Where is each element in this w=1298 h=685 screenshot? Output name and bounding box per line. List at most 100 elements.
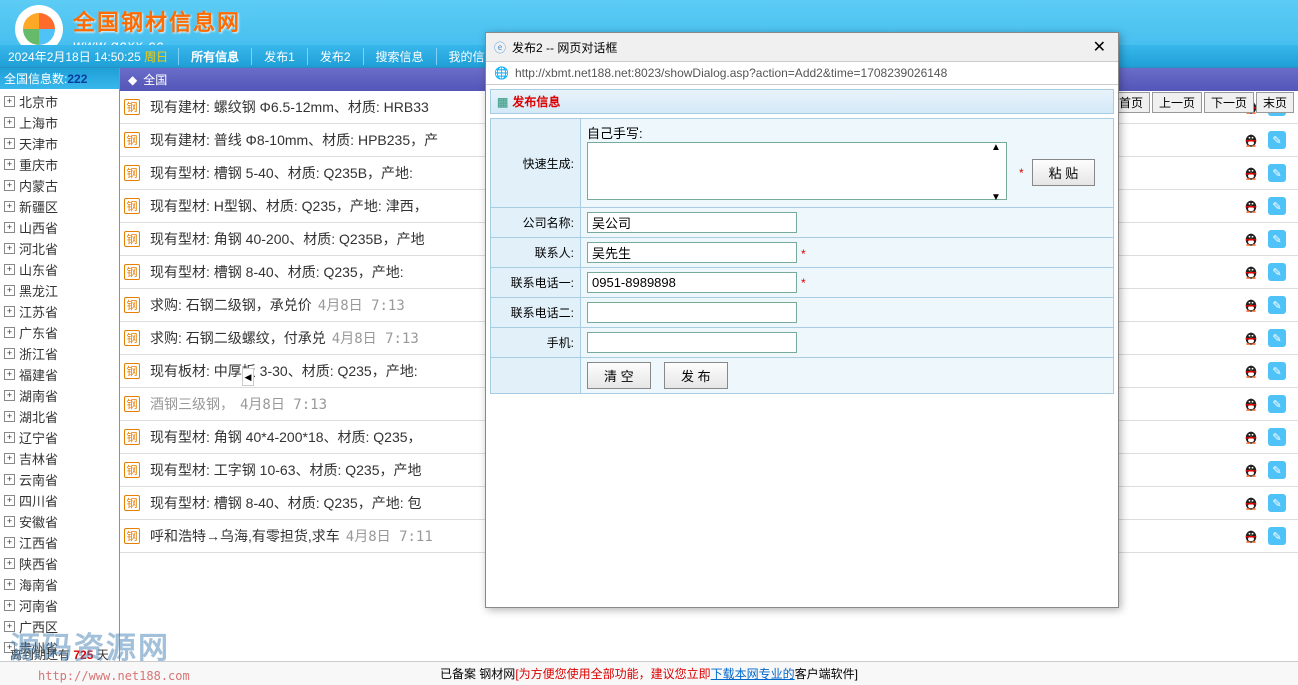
- spin-down-icon[interactable]: ▼: [991, 192, 1009, 203]
- region-item[interactable]: +广西区: [0, 616, 119, 637]
- region-item[interactable]: +湖南省: [0, 385, 119, 406]
- expand-icon[interactable]: +: [4, 96, 15, 107]
- qq-icon[interactable]: [1242, 395, 1260, 413]
- publish-button[interactable]: 发 布: [664, 362, 728, 389]
- qq-icon[interactable]: [1242, 527, 1260, 545]
- region-item[interactable]: +天津市: [0, 133, 119, 154]
- region-item[interactable]: +安徽省: [0, 511, 119, 532]
- menu-item-1[interactable]: 发布1: [251, 48, 307, 65]
- phone1-input[interactable]: [587, 272, 797, 293]
- expand-icon[interactable]: +: [4, 474, 15, 485]
- expand-icon[interactable]: +: [4, 579, 15, 590]
- edit-icon[interactable]: ✎: [1268, 263, 1286, 281]
- region-item[interactable]: +广东省: [0, 322, 119, 343]
- expand-icon[interactable]: +: [4, 411, 15, 422]
- qq-icon[interactable]: [1242, 230, 1260, 248]
- region-item[interactable]: +浙江省: [0, 343, 119, 364]
- region-item[interactable]: +福建省: [0, 364, 119, 385]
- qq-icon[interactable]: [1242, 494, 1260, 512]
- region-item[interactable]: +江西省: [0, 532, 119, 553]
- region-item[interactable]: +辽宁省: [0, 427, 119, 448]
- qq-icon[interactable]: [1242, 461, 1260, 479]
- edit-icon[interactable]: ✎: [1268, 296, 1286, 314]
- expand-icon[interactable]: +: [4, 159, 15, 170]
- edit-icon[interactable]: ✎: [1268, 230, 1286, 248]
- edit-icon[interactable]: ✎: [1268, 395, 1286, 413]
- region-item[interactable]: +江苏省: [0, 301, 119, 322]
- expand-icon[interactable]: +: [4, 201, 15, 212]
- content-textarea[interactable]: [587, 142, 1007, 200]
- expand-icon[interactable]: +: [4, 369, 15, 380]
- qq-icon[interactable]: [1242, 164, 1260, 182]
- phone2-input[interactable]: [587, 302, 797, 323]
- expand-icon[interactable]: +: [4, 138, 15, 149]
- download-link[interactable]: 下载本网专业的: [711, 665, 795, 682]
- expand-icon[interactable]: +: [4, 348, 15, 359]
- expand-icon[interactable]: +: [4, 180, 15, 191]
- pager-next[interactable]: 下一页: [1204, 92, 1254, 113]
- pager-prev[interactable]: 上一页: [1152, 92, 1202, 113]
- qq-icon[interactable]: [1242, 362, 1260, 380]
- qq-icon[interactable]: [1242, 329, 1260, 347]
- region-item[interactable]: +山西省: [0, 217, 119, 238]
- edit-icon[interactable]: ✎: [1268, 494, 1286, 512]
- expand-icon[interactable]: +: [4, 285, 15, 296]
- pager-last[interactable]: 末页: [1256, 92, 1294, 113]
- expand-icon[interactable]: +: [4, 516, 15, 527]
- expand-icon[interactable]: +: [4, 600, 15, 611]
- qq-icon[interactable]: [1242, 131, 1260, 149]
- qq-icon[interactable]: [1242, 197, 1260, 215]
- expand-icon[interactable]: +: [4, 621, 15, 632]
- region-item[interactable]: +吉林省: [0, 448, 119, 469]
- menu-item-3[interactable]: 搜索信息: [363, 48, 436, 65]
- region-item[interactable]: +四川省: [0, 490, 119, 511]
- region-item[interactable]: +陕西省: [0, 553, 119, 574]
- menu-item-0[interactable]: 所有信息: [178, 48, 251, 65]
- region-item[interactable]: +上海市: [0, 112, 119, 133]
- edit-icon[interactable]: ✎: [1268, 197, 1286, 215]
- region-item[interactable]: +黑龙江: [0, 280, 119, 301]
- close-icon[interactable]: ✕: [1089, 37, 1110, 57]
- company-input[interactable]: [587, 212, 797, 233]
- expand-icon[interactable]: +: [4, 243, 15, 254]
- qq-icon[interactable]: [1242, 296, 1260, 314]
- expand-icon[interactable]: +: [4, 390, 15, 401]
- edit-icon[interactable]: ✎: [1268, 362, 1286, 380]
- region-item[interactable]: +重庆市: [0, 154, 119, 175]
- edit-icon[interactable]: ✎: [1268, 428, 1286, 446]
- spin-up-icon[interactable]: ▲: [991, 142, 1009, 153]
- region-item[interactable]: +内蒙古: [0, 175, 119, 196]
- region-item[interactable]: +新疆区: [0, 196, 119, 217]
- region-item[interactable]: +河南省: [0, 595, 119, 616]
- menu-item-2[interactable]: 发布2: [307, 48, 363, 65]
- qq-icon[interactable]: [1242, 428, 1260, 446]
- menu-items: 所有信息发布1发布2搜索信息我的信息: [178, 48, 508, 65]
- edit-icon[interactable]: ✎: [1268, 164, 1286, 182]
- edit-icon[interactable]: ✎: [1268, 329, 1286, 347]
- region-item[interactable]: +海南省: [0, 574, 119, 595]
- expand-icon[interactable]: +: [4, 222, 15, 233]
- region-item[interactable]: +北京市: [0, 91, 119, 112]
- expand-icon[interactable]: +: [4, 327, 15, 338]
- expand-icon[interactable]: +: [4, 432, 15, 443]
- qq-icon[interactable]: [1242, 263, 1260, 281]
- contact-input[interactable]: [587, 242, 797, 263]
- region-item[interactable]: +云南省: [0, 469, 119, 490]
- clear-button[interactable]: 清 空: [587, 362, 651, 389]
- region-item[interactable]: +湖北省: [0, 406, 119, 427]
- expand-icon[interactable]: +: [4, 495, 15, 506]
- region-item[interactable]: +河北省: [0, 238, 119, 259]
- expand-icon[interactable]: +: [4, 117, 15, 128]
- edit-icon[interactable]: ✎: [1268, 527, 1286, 545]
- edit-icon[interactable]: ✎: [1268, 461, 1286, 479]
- region-item[interactable]: +山东省: [0, 259, 119, 280]
- expand-icon[interactable]: +: [4, 306, 15, 317]
- expand-icon[interactable]: +: [4, 558, 15, 569]
- expand-icon[interactable]: +: [4, 537, 15, 548]
- edit-icon[interactable]: ✎: [1268, 131, 1286, 149]
- paste-button[interactable]: 粘 贴: [1032, 159, 1096, 186]
- scroll-left-icon[interactable]: ◀: [242, 368, 254, 386]
- expand-icon[interactable]: +: [4, 453, 15, 464]
- expand-icon[interactable]: +: [4, 264, 15, 275]
- mobile-input[interactable]: [587, 332, 797, 353]
